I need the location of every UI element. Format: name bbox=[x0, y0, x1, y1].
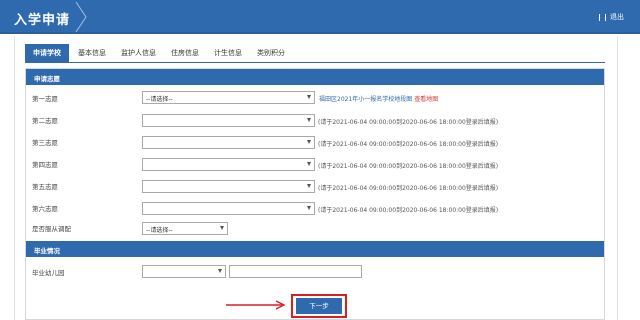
chevron-down-icon bbox=[307, 118, 311, 122]
choice-5-select[interactable] bbox=[142, 180, 315, 193]
choice-4-label: 第四志愿 bbox=[32, 161, 58, 169]
tab-guardian-info[interactable]: 监护人信息 bbox=[115, 44, 162, 62]
logout-link[interactable]: 退出 bbox=[610, 12, 624, 22]
chevron-down-icon bbox=[307, 206, 311, 210]
obey-allocation-label: 是否服从调配 bbox=[32, 225, 71, 233]
choice-3-select[interactable] bbox=[142, 136, 315, 149]
chevron-down-icon bbox=[307, 140, 311, 144]
kindergarten-select[interactable] bbox=[142, 265, 226, 278]
section-header-choices: 申请志愿 bbox=[26, 69, 604, 85]
chevron-right-icon bbox=[75, 2, 87, 32]
kindergarten-input[interactable] bbox=[229, 265, 362, 278]
tab-apply-school[interactable]: 申请学校 bbox=[25, 44, 69, 62]
choice-1-label: 第一志愿 bbox=[32, 95, 58, 103]
choice-6-label: 第六志愿 bbox=[32, 205, 58, 213]
choice-5-note: (请于2021-06-04 09:00:00到2020-06-06 18:00:… bbox=[318, 185, 499, 192]
chevron-down-icon bbox=[307, 162, 311, 166]
choice-3-label: 第三志愿 bbox=[32, 139, 58, 147]
choice-6-note: (请于2021-06-04 09:00:00到2020-06-06 18:00:… bbox=[318, 207, 499, 214]
pause-icon bbox=[599, 13, 606, 21]
tab-bar: 申请学校 基本信息 监护人信息 住房信息 计生信息 类别积分 bbox=[25, 44, 291, 62]
choice-4-select[interactable] bbox=[142, 158, 315, 171]
obey-allocation-value: --请选择-- bbox=[146, 227, 173, 234]
choice-1-select[interactable]: --请选择-- bbox=[142, 91, 315, 104]
view-map-link[interactable]: 查看地图 bbox=[414, 96, 438, 103]
obey-allocation-select[interactable]: --请选择-- bbox=[142, 222, 228, 235]
choice-3-note: (请于2021-06-04 09:00:00到2020-06-06 18:00:… bbox=[318, 141, 499, 148]
arrow-right-icon bbox=[226, 300, 286, 310]
top-bar: 入学申请 退出 bbox=[0, 0, 640, 34]
page-title: 入学申请 bbox=[14, 12, 71, 28]
header-actions: 退出 bbox=[599, 12, 624, 22]
title-box: 入学申请 bbox=[14, 6, 70, 30]
tab-housing-info[interactable]: 住房信息 bbox=[165, 44, 205, 62]
tab-family-planning-info[interactable]: 计生信息 bbox=[208, 44, 248, 62]
next-step-button[interactable]: 下一步 bbox=[296, 298, 342, 314]
district-map-link[interactable]: 福田区2021年小一报名学校地段图 bbox=[319, 96, 412, 103]
chevron-down-icon bbox=[220, 226, 224, 230]
section-header-graduation: 毕业情况 bbox=[26, 241, 604, 257]
choice-5-label: 第五志愿 bbox=[32, 183, 58, 191]
form-box: 申请志愿 第一志愿 --请选择-- 福田区2021年小一报名学校地段图 查看地图… bbox=[25, 68, 605, 320]
choice-2-note: (请于2021-06-04 09:00:00到2020-06-06 18:00:… bbox=[318, 119, 499, 126]
chevron-down-icon bbox=[307, 95, 311, 99]
choice-2-label: 第二志愿 bbox=[32, 117, 58, 125]
choice-6-select[interactable] bbox=[142, 202, 315, 215]
choice-1-value: --请选择-- bbox=[146, 96, 173, 103]
chevron-down-icon bbox=[307, 184, 311, 188]
main-panel: 申请学校 基本信息 监护人信息 住房信息 计生信息 类别积分 申请志愿 第一志愿… bbox=[14, 36, 618, 320]
tab-category-points[interactable]: 类别积分 bbox=[251, 44, 291, 62]
choice-2-select[interactable] bbox=[142, 114, 315, 127]
kindergarten-label: 毕业幼儿园 bbox=[32, 269, 65, 277]
tab-underline bbox=[25, 62, 605, 63]
map-note: 福田区2021年小一报名学校地段图 查看地图 bbox=[319, 94, 438, 103]
choice-4-note: (请于2021-06-04 09:00:00到2020-06-06 18:00:… bbox=[318, 163, 499, 170]
chevron-down-icon bbox=[218, 269, 222, 273]
tab-basic-info[interactable]: 基本信息 bbox=[72, 44, 112, 62]
